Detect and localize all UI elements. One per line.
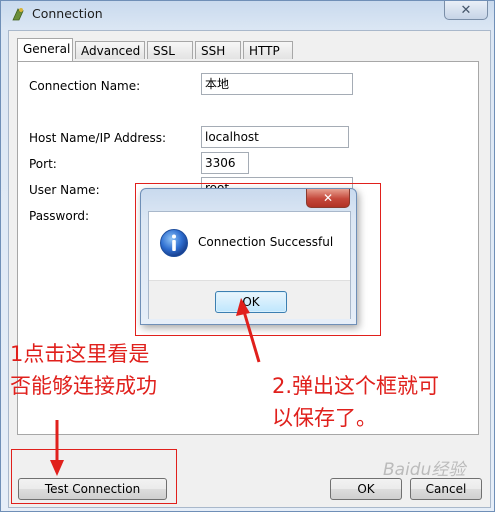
annotation-step2-line2: 以保存了。 bbox=[272, 406, 377, 430]
annotation-arrows bbox=[50, 298, 261, 476]
watermark: Baidu经验 bbox=[383, 460, 466, 480]
arrow-to-ok-button bbox=[236, 298, 261, 363]
tab-general[interactable]: General bbox=[17, 38, 73, 61]
annotation-step1-line2: 否能够连接成功 bbox=[10, 374, 157, 398]
arrow-to-test-button bbox=[50, 420, 64, 476]
annotation-step1-line1: 1点击这里看是 bbox=[10, 342, 150, 366]
annotation-step2-line1: 2.弹出这个框就可 bbox=[272, 374, 440, 398]
